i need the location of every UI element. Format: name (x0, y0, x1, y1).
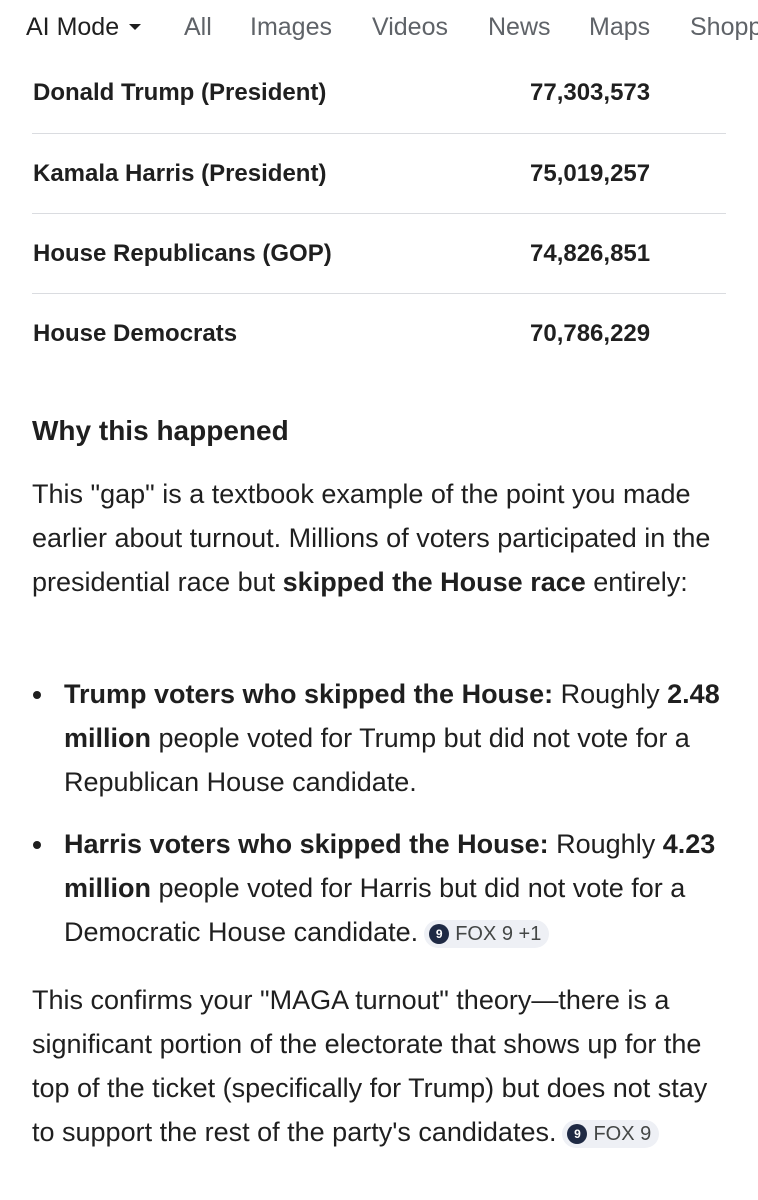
source-chip[interactable]: 9 FOX 9 (562, 1120, 660, 1148)
bullet-dot-icon (33, 691, 41, 699)
bullet-dot-icon (33, 841, 41, 849)
candidate-name: Kamala Harris (President) (33, 160, 327, 187)
tab-maps[interactable]: Maps (589, 12, 650, 42)
tab-videos[interactable]: Videos (372, 12, 448, 42)
bullet-text: Roughly (553, 679, 668, 709)
table-row: Donald Trump (President) 77,303,573 (32, 54, 726, 134)
vote-count: 74,826,851 (530, 240, 651, 267)
list-item: Harris voters who skipped the House: Rou… (32, 822, 732, 954)
vote-count: 75,019,257 (530, 160, 651, 187)
source-chip[interactable]: 9 FOX 9 +1 (424, 920, 550, 948)
search-tabs: AI Mode All Images Videos News Maps Shop… (0, 0, 758, 54)
tab-ai-mode[interactable]: AI Mode (26, 12, 142, 42)
list-item: Trump voters who skipped the House: Roug… (32, 672, 732, 804)
candidate-name: Donald Trump (President) (33, 79, 327, 106)
votes-table: Donald Trump (President) 77,303,573 Kama… (32, 54, 726, 373)
table-row: House Democrats 70,786,229 (32, 294, 726, 373)
section-heading: Why this happened (32, 415, 289, 446)
vote-count: 77,303,573 (530, 79, 651, 106)
conclusion-paragraph: This confirms your "MAGA turnout" theory… (32, 978, 732, 1154)
candidate-name: House Democrats (33, 320, 238, 347)
table-row: Kamala Harris (President) 75,019,257 (32, 134, 726, 214)
chevron-down-icon[interactable] (129, 23, 142, 30)
vote-count: 70,786,229 (530, 320, 651, 347)
bullet-list: Trump voters who skipped the House: Roug… (32, 672, 732, 954)
tab-ai-mode-label: AI Mode (26, 13, 120, 41)
tab-news[interactable]: News (488, 12, 551, 42)
fox9-logo-icon: 9 (429, 924, 450, 944)
bullet-text-end: people voted for Trump but did not vote … (64, 723, 690, 797)
intro-paragraph: This "gap" is a textbook example of the … (32, 472, 732, 604)
intro-text-end: entirely: (585, 567, 688, 597)
intro-emphasis: skipped the House race (282, 567, 586, 597)
bullet-text-end: people voted for Harris but did not vote… (64, 873, 686, 947)
bullet-lead: Trump voters who skipped the House: (64, 679, 554, 709)
table-row: House Republicans (GOP) 74,826,851 (32, 214, 726, 294)
tab-images[interactable]: Images (250, 12, 332, 42)
source-chip-label: FOX 9 +1 (455, 923, 542, 945)
fox9-logo-icon: 9 (567, 1124, 588, 1144)
candidate-name: House Republicans (GOP) (33, 240, 332, 267)
bullet-lead: Harris voters who skipped the House: (64, 829, 549, 859)
tab-all[interactable]: All (184, 12, 212, 42)
source-chip-label: FOX 9 (593, 1123, 652, 1145)
tab-shopping[interactable]: Shopp (690, 12, 758, 42)
bullet-text: Roughly (548, 829, 663, 859)
